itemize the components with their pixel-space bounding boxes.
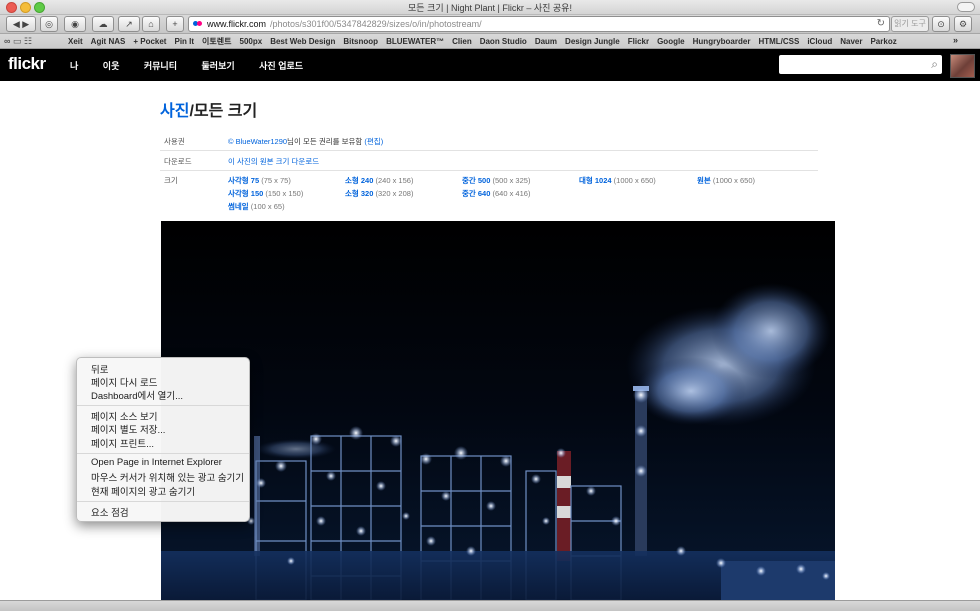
icloud-icon[interactable]: ☁ — [92, 16, 114, 32]
gear-icon[interactable]: ⚙ — [954, 16, 972, 32]
rights-value: © BlueWater1290님이 모든 권리를 보유함 (편집) — [228, 136, 383, 147]
size-label: 크기 — [164, 176, 178, 185]
share-icon[interactable]: ↗ — [118, 16, 140, 32]
nav-menu: 나 이웃 커뮤니티 둘러보기 사진 업로드 — [70, 59, 325, 72]
nav-item-upload[interactable]: 사진 업로드 — [259, 61, 303, 71]
bookmark-item[interactable]: Parkoz — [870, 37, 896, 46]
add-bookmark-icon[interactable]: + — [166, 16, 184, 32]
rights-text: 님이 모든 권리를 보유함 — [287, 137, 363, 146]
bookmark-item[interactable]: Google — [657, 37, 685, 46]
search-input[interactable]: ⌕ — [779, 55, 942, 74]
bookmarks-bar: ∞ ▭ ☷ Xeit Agit NAS + Pocket Pin It 이토렌트 500p… — [0, 34, 980, 49]
home-icon[interactable]: ⌂ — [142, 16, 160, 32]
bookmark-item[interactable]: Design Jungle — [565, 37, 620, 46]
reader-button[interactable]: 읽기 도구 — [891, 16, 929, 32]
menu-separator — [77, 501, 249, 502]
flickr-favicon-icon — [193, 21, 202, 27]
rights-label: 사용권 — [164, 137, 185, 146]
size-option[interactable]: 대형 1024 (1000 x 650) — [579, 175, 656, 186]
size-option[interactable]: 중간 500 (500 x 325) — [462, 175, 530, 186]
download-row: 다운로드 이 사진의 원본 크기 다운로드 — [160, 151, 818, 171]
bookmark-item[interactable]: iCloud — [807, 37, 832, 46]
share-sheet-icon[interactable]: ◉ — [64, 16, 86, 32]
size-option[interactable]: 사각형 75 (75 x 75) — [228, 175, 291, 186]
menu-item-view-source[interactable]: 페이지 소스 보기 — [91, 409, 157, 423]
page-title-rest: /모든 크기 — [189, 103, 258, 120]
size-option[interactable]: 소형 320 (320 x 208) — [345, 188, 413, 199]
menu-item-save-page[interactable]: 페이지 별도 저장... — [91, 422, 165, 436]
bookmark-item[interactable]: + Pocket — [133, 37, 166, 46]
url-path: /photos/s301f00/5347842829/sizes/o/in/ph… — [270, 19, 482, 29]
menu-item-open-dashboard[interactable]: Dashboard에서 열기... — [91, 388, 183, 402]
bookmark-item[interactable]: Pin It — [174, 37, 194, 46]
context-menu: 뒤로 페이지 다시 로드 Dashboard에서 열기... 페이지 소스 보기… — [76, 357, 250, 522]
rights-edit-link[interactable]: (편집) — [364, 137, 383, 146]
download-original-link[interactable]: 이 사진의 원본 크기 다운로드 — [228, 156, 319, 167]
bookmark-item[interactable]: BLUEWATER™ — [386, 37, 444, 46]
page-title: 사진/모든 크기 — [160, 97, 257, 121]
bookmark-item[interactable]: Clien — [452, 37, 472, 46]
menu-separator — [77, 405, 249, 406]
size-option[interactable]: 썸네일 (100 x 65) — [228, 201, 285, 212]
bookmark-item[interactable]: Hungryboarder — [693, 37, 751, 46]
bookmark-list: Xeit Agit NAS + Pocket Pin It 이토렌트 500px Best … — [68, 36, 905, 47]
menu-item-hide-page-ads[interactable]: 현재 페이지의 광고 숨기기 — [91, 484, 195, 498]
reading-list-icon[interactable]: ∞ ▭ ☷ — [4, 36, 32, 47]
back-forward-buttons[interactable]: ◀ ▶ — [6, 16, 36, 32]
night-plant-photo[interactable] — [161, 221, 835, 600]
bookmarks-overflow-button[interactable]: » — [953, 35, 958, 45]
photo-link[interactable]: 사진 — [160, 103, 189, 120]
avatar[interactable] — [950, 54, 975, 78]
menu-item-open-ie[interactable]: Open Page in Internet Explorer — [91, 457, 222, 468]
window-title: 모든 크기 | Night Plant | Flickr – 사진 공유! — [408, 3, 572, 13]
url-host: www.flickr.com — [207, 19, 267, 29]
menu-item-hide-ad-cursor[interactable]: 마우스 커서가 위치해 있는 광고 숨기기 — [91, 470, 244, 484]
nav-item-contacts[interactable]: 이웃 — [103, 61, 120, 71]
bookmark-item[interactable]: Best Web Design — [270, 37, 335, 46]
bookmark-item[interactable]: Naver — [840, 37, 862, 46]
toolbar-toggle-button[interactable] — [957, 2, 975, 12]
window-titlebar: 모든 크기 | Night Plant | Flickr – 사진 공유! — [0, 0, 980, 15]
bookmark-item[interactable]: 500px — [240, 37, 263, 46]
bookmark-item[interactable]: Agit NAS — [91, 37, 126, 46]
bookmark-item[interactable]: HTML/CSS — [758, 37, 799, 46]
bookmark-item[interactable]: Xeit — [68, 37, 83, 46]
bookmark-item[interactable]: Daon Studio — [480, 37, 527, 46]
address-bar[interactable]: www.flickr.com /photos/s301f00/534784282… — [188, 16, 890, 32]
menu-separator — [77, 453, 249, 454]
bookmark-item[interactable]: Daum — [535, 37, 557, 46]
rights-row: 사용권 © BlueWater1290님이 모든 권리를 보유함 (편집) — [160, 131, 818, 151]
owner-link[interactable]: BlueWater1290 — [236, 137, 287, 146]
photo-image — [161, 283, 835, 600]
safari-icon[interactable]: ◎ — [40, 16, 58, 32]
browser-toolbar: ◀ ▶ ◎ ◉ ☁ ↗ ⌂ + www.flickr.com /photos/s… — [0, 15, 980, 34]
download-label: 다운로드 — [164, 157, 192, 166]
nav-item-me[interactable]: 나 — [70, 61, 78, 71]
search-icon[interactable]: ⌕ — [931, 57, 938, 72]
nav-item-explore[interactable]: 둘러보기 — [202, 61, 235, 71]
size-option[interactable]: 소형 240 (240 x 156) — [345, 175, 413, 186]
size-option[interactable]: 중간 640 (640 x 416) — [462, 188, 530, 199]
menu-item-back[interactable]: 뒤로 — [91, 362, 108, 376]
flickr-logo[interactable]: flickr — [8, 54, 46, 74]
flickr-nav: flickr 나 이웃 커뮤니티 둘러보기 사진 업로드 ⌕ — [0, 49, 980, 81]
nav-item-community[interactable]: 커뮤니티 — [144, 61, 177, 71]
size-option[interactable]: 사각형 150 (150 x 150) — [228, 188, 303, 199]
bookmark-item[interactable]: 이토렌트 — [202, 37, 231, 46]
status-bar — [0, 600, 980, 611]
bookmark-item[interactable]: Flickr — [628, 37, 649, 46]
menu-item-print[interactable]: 페이지 프린트... — [91, 436, 154, 450]
downloads-icon[interactable]: ⊙ — [932, 16, 950, 32]
copyright-icon: © — [228, 137, 234, 146]
bookmark-item[interactable]: Bitsnoop — [343, 37, 378, 46]
size-option-original[interactable]: 원본 (1000 x 650) — [697, 175, 755, 186]
refresh-icon[interactable]: ↻ — [877, 17, 885, 31]
menu-item-reload[interactable]: 페이지 다시 로드 — [91, 375, 157, 389]
menu-item-inspect[interactable]: 요소 점검 — [91, 505, 129, 519]
